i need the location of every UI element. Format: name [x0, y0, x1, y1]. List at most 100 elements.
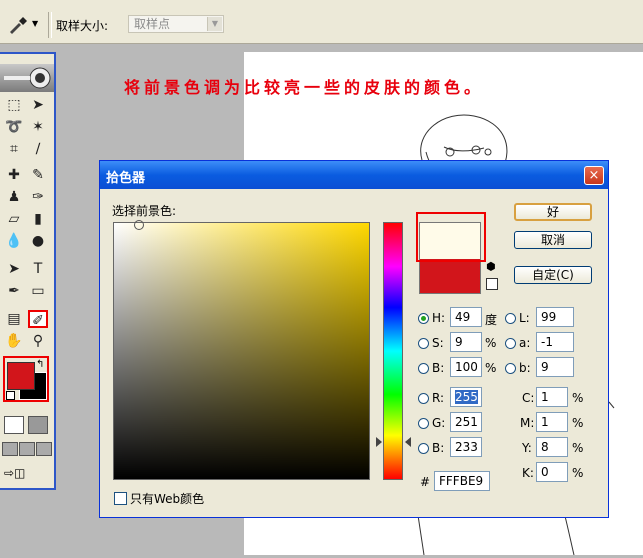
- a-radio[interactable]: [505, 338, 516, 349]
- ok-button[interactable]: 好: [514, 203, 592, 221]
- y-unit: %: [572, 441, 584, 455]
- h-radio[interactable]: [418, 313, 429, 324]
- healing-icon[interactable]: ✚: [4, 166, 24, 184]
- a-label: a:: [519, 336, 531, 350]
- standard-mode-icon[interactable]: [4, 416, 24, 434]
- y-field[interactable]: 8: [536, 437, 568, 457]
- k-field[interactable]: 0: [536, 462, 568, 482]
- dialog-titlebar[interactable]: 拾色器 ×: [100, 161, 608, 189]
- l-label: L:: [519, 311, 530, 325]
- tool-preset-dropdown-icon[interactable]: ▼: [32, 19, 38, 28]
- r-label: R:: [432, 391, 445, 405]
- new-color-highlight: [416, 212, 486, 262]
- stamp-icon[interactable]: ♟: [4, 188, 24, 206]
- hue-slider[interactable]: [383, 222, 403, 480]
- marquee-icon[interactable]: ⬚: [4, 96, 24, 114]
- h-unit: 度: [485, 313, 498, 327]
- l-field[interactable]: 99: [536, 307, 574, 327]
- foreground-color-swatch[interactable]: [7, 362, 35, 390]
- lab-b-radio[interactable]: [505, 363, 516, 374]
- h-field[interactable]: 49: [450, 307, 482, 327]
- sample-size-label: 取样大小:: [56, 19, 109, 33]
- m-field[interactable]: 1: [536, 412, 568, 432]
- l-radio[interactable]: [505, 313, 516, 324]
- c-label: C:: [522, 391, 535, 405]
- sample-size-value: 取样点: [134, 17, 171, 31]
- hex-label: #: [420, 475, 431, 489]
- screen-mode-standard-icon[interactable]: [2, 442, 18, 456]
- r-field[interactable]: 255: [450, 387, 482, 407]
- y-label: Y:: [522, 441, 532, 455]
- c-unit: %: [572, 391, 584, 405]
- hue-slider-right-handle-icon[interactable]: [405, 437, 411, 447]
- s-field[interactable]: 9: [450, 332, 482, 352]
- brush-icon[interactable]: ✎: [28, 166, 48, 184]
- a-field[interactable]: -1: [536, 332, 574, 352]
- color-picker-dialog: 拾色器 × 选择前景色: ⬢ 好 取消 自定(C) H: 49 度 S: 9 %…: [99, 160, 609, 518]
- color-swatches: ↰: [3, 356, 49, 402]
- cancel-button[interactable]: 取消: [514, 231, 592, 249]
- shape-icon[interactable]: ▭: [28, 282, 48, 300]
- notes-icon[interactable]: ▤: [4, 310, 24, 328]
- m-unit: %: [572, 416, 584, 430]
- web-only-label: 只有Web颜色: [130, 492, 205, 506]
- hue-slider-left-handle-icon[interactable]: [376, 437, 382, 447]
- magic-wand-icon[interactable]: ✶: [28, 118, 48, 136]
- color-field-cursor[interactable]: [134, 220, 144, 230]
- eraser-icon[interactable]: ▱: [4, 210, 24, 228]
- hex-field[interactable]: FFFBE9: [434, 471, 490, 491]
- gradient-icon[interactable]: ▮: [28, 210, 48, 228]
- history-brush-icon[interactable]: ✑: [28, 188, 48, 206]
- cube-icon[interactable]: ⬢: [486, 260, 496, 273]
- lab-b-label: b:: [519, 361, 531, 375]
- b-field[interactable]: 100: [450, 357, 482, 377]
- crop-icon[interactable]: ⌗: [4, 140, 24, 158]
- slice-icon[interactable]: ∕: [28, 140, 48, 158]
- b-unit: %: [485, 361, 497, 375]
- web-safe-square-icon[interactable]: [486, 278, 498, 290]
- blue-field[interactable]: 233: [450, 437, 482, 457]
- g-field[interactable]: 251: [450, 412, 482, 432]
- hand-icon[interactable]: ✋: [4, 332, 24, 350]
- custom-button[interactable]: 自定(C): [514, 266, 592, 284]
- screen-mode-full-menu-icon[interactable]: [19, 442, 35, 456]
- b-radio[interactable]: [418, 363, 429, 374]
- g-radio[interactable]: [418, 418, 429, 429]
- move-icon[interactable]: ➤: [28, 96, 48, 114]
- quickmask-mode-icon[interactable]: [28, 416, 48, 434]
- eyedropper-icon[interactable]: ✐: [28, 310, 48, 329]
- dodge-icon[interactable]: ●: [28, 232, 48, 250]
- lab-b-field[interactable]: 9: [536, 357, 574, 377]
- s-radio[interactable]: [418, 338, 429, 349]
- instruction-text: 将前景色调为比较亮一些的皮肤的颜色。: [124, 78, 485, 97]
- default-colors-icon[interactable]: [6, 391, 15, 400]
- old-color-swatch[interactable]: [419, 259, 481, 294]
- blue-radio[interactable]: [418, 443, 429, 454]
- eyedropper-tool-icon[interactable]: [6, 16, 28, 34]
- s-label: S:: [432, 336, 444, 350]
- pick-foreground-label: 选择前景色:: [112, 204, 177, 218]
- options-bar: ▼ 取样大小: 取样点 ▼: [0, 6, 643, 44]
- path-select-icon[interactable]: ➤: [4, 260, 24, 278]
- pen-icon[interactable]: ✒: [4, 282, 24, 300]
- c-field[interactable]: 1: [536, 387, 568, 407]
- sample-size-select[interactable]: 取样点 ▼: [128, 15, 224, 33]
- zoom-icon[interactable]: ⚲: [28, 332, 48, 350]
- options-separator: [48, 12, 52, 38]
- k-unit: %: [572, 466, 584, 480]
- r-radio[interactable]: [418, 393, 429, 404]
- screen-mode-full-icon[interactable]: [36, 442, 52, 456]
- jump-to-imageready-icon[interactable]: ⇨◫: [4, 466, 44, 482]
- s-unit: %: [485, 336, 497, 350]
- swap-colors-icon[interactable]: ↰: [36, 359, 44, 370]
- web-only-checkbox[interactable]: [114, 492, 127, 505]
- type-icon[interactable]: T: [28, 260, 48, 278]
- lasso-icon[interactable]: ➰: [4, 118, 24, 136]
- close-button[interactable]: ×: [584, 166, 604, 185]
- color-field[interactable]: [113, 222, 370, 480]
- h-label: H:: [432, 311, 446, 325]
- blur-icon[interactable]: 💧: [4, 232, 24, 250]
- toolbox-logo[interactable]: [0, 64, 54, 92]
- m-label: M:: [520, 416, 535, 430]
- dialog-title: 拾色器: [106, 171, 146, 186]
